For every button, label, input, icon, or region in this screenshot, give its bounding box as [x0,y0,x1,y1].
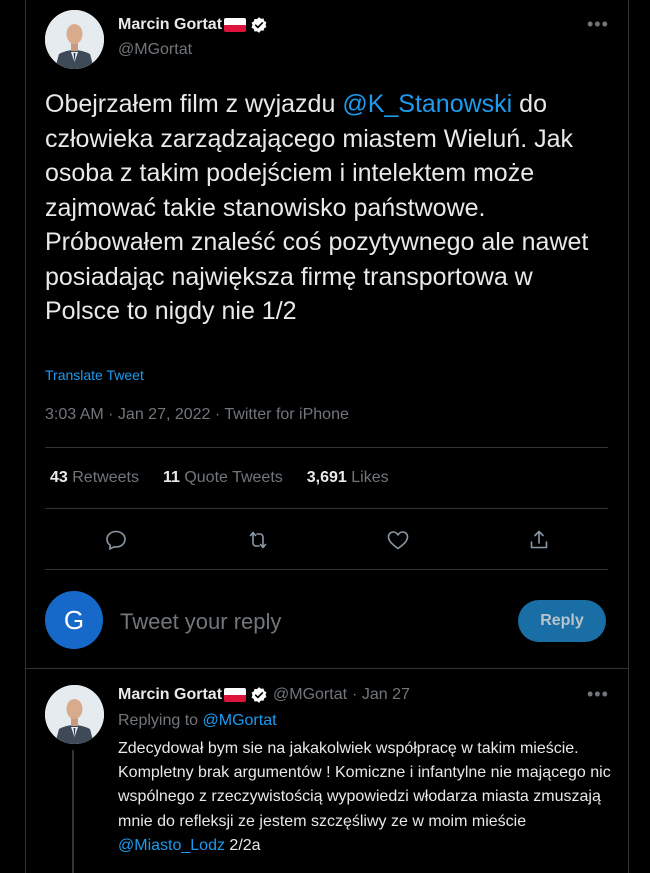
reply-author-avatar[interactable] [45,685,104,744]
share-icon[interactable] [527,528,551,552]
stat-count: 11 [162,469,180,486]
tweet-text-part2: do człowieka zarządzającego miastem Wiel… [45,90,589,325]
reply-text-part2: 2/2a [224,836,261,854]
author-name-row: Marcin Gortat [118,16,268,34]
author-handle[interactable]: @MGortat [118,41,192,59]
like-icon[interactable] [386,528,410,552]
reply-date[interactable]: · Jan 27 [352,686,410,704]
more-options-icon[interactable]: ••• [587,14,609,35]
quote-tweets-stat[interactable]: 11 Quote Tweets [163,469,283,487]
verified-badge-icon [251,17,267,33]
thread-connector-line [72,750,74,873]
tweet-text: Obejrzałem film z wyjazdu @K_Stanowski d… [45,87,605,329]
tweet-text-part1: Obejrzałem film z wyjazdu [45,90,343,118]
author-avatar[interactable] [45,10,104,69]
mention-link[interactable]: @K_Stanowski [342,90,512,118]
stat-count: 43 [50,469,68,486]
tweet-stats: 43 Retweets 11 Quote Tweets 3,691 Likes [50,469,413,487]
replying-to-handle[interactable]: @MGortat [203,712,277,729]
replying-to-label: Replying to [118,712,199,729]
mention-link[interactable]: @Miasto_Lodz [118,837,225,854]
likes-stat[interactable]: 3,691 Likes [307,469,389,487]
reply-author-handle[interactable]: @MGortat [273,686,347,704]
reply-icon[interactable] [104,528,128,552]
poland-flag-icon [224,688,247,702]
retweet-icon[interactable] [246,528,270,552]
divider [45,508,608,509]
verified-badge-icon [251,687,267,703]
stat-count: 3,691 [306,469,347,486]
stat-label: Retweets [72,469,139,486]
divider [25,668,629,669]
tweet-actions [0,528,650,552]
reply-author-display-name[interactable]: Marcin Gortat [118,686,222,704]
divider [45,447,608,448]
replying-to: Replying to @MGortat [118,712,277,730]
reply-text-part1: Zdecydował bym sie na jakakolwiek współp… [118,740,611,830]
poland-flag-icon [224,18,247,32]
retweets-stat[interactable]: 43 Retweets [50,469,139,487]
translate-tweet-link[interactable]: Translate Tweet [45,367,144,383]
reply-input[interactable]: Tweet your reply [120,609,281,635]
reply-button[interactable]: Reply [518,600,606,642]
reply-author-name-row: Marcin Gortat @MGortat · Jan 27 [118,686,410,704]
stat-label: Likes [351,469,389,486]
reply-tweet-text: Zdecydował bym sie na jakakolwiek współp… [118,737,613,858]
author-display-name[interactable]: Marcin Gortat [118,16,222,34]
divider [45,569,608,570]
more-options-icon[interactable]: ••• [587,684,609,705]
stat-label: Quote Tweets [184,469,283,486]
tweet-timestamp[interactable]: 3:03 AM · Jan 27, 2022 · Twitter for iPh… [45,406,349,424]
user-avatar[interactable]: G [45,591,103,649]
